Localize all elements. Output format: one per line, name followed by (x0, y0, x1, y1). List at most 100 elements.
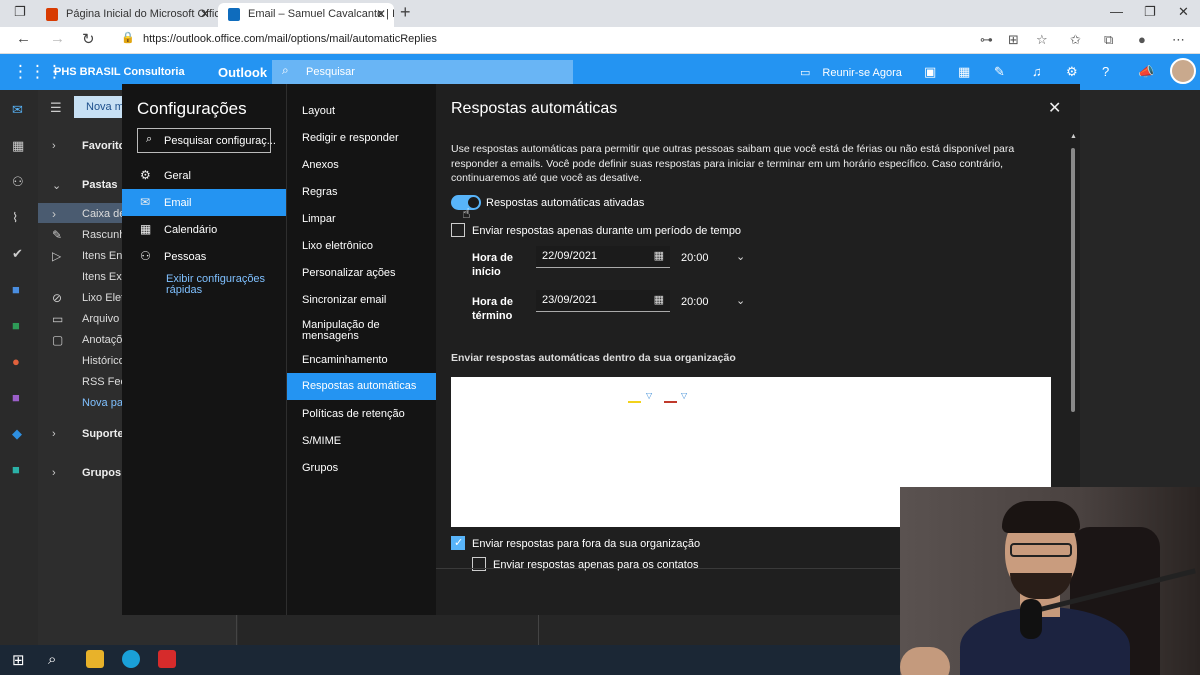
settings-gear-icon[interactable]: ⚙ (1066, 64, 1078, 80)
category-email[interactable]: ✉ Email (122, 189, 286, 216)
refresh-icon[interactable]: ↻ (82, 30, 95, 48)
favorite-icon[interactable]: ☆ (1036, 32, 1048, 48)
subcategory-item[interactable]: Regras (287, 187, 437, 198)
search-input[interactable]: ⌕ Pesquisar (272, 60, 573, 84)
subcategory-item-selected[interactable]: Respostas automáticas (287, 373, 437, 400)
office-apps-icon[interactable]: ▦ (958, 64, 970, 80)
app-name[interactable]: Outlook (218, 65, 267, 80)
folder-item[interactable]: Anotaçõ (82, 334, 122, 346)
restore-icon[interactable]: ❐ (1144, 4, 1156, 20)
feedback-icon[interactable]: 📣 (1138, 64, 1154, 80)
calendar-icon[interactable]: ▦ (12, 138, 24, 154)
end-date-value: 23/09/2021 (542, 294, 598, 306)
windows-start-icon[interactable]: ⊞ (12, 651, 25, 669)
lock-icon[interactable]: 🔒 (121, 31, 135, 44)
close-tab-icon[interactable]: ✕ (200, 3, 210, 25)
chevron-right-icon[interactable]: › (52, 140, 56, 152)
browser-tab-email[interactable]: Email – Samuel Cavalcante | PHS ✕ (218, 3, 394, 27)
scroll-up-icon[interactable]: ▲ (1070, 133, 1077, 140)
my-day-icon[interactable]: ✎ (994, 64, 1005, 80)
subcategory-item[interactable]: Anexos (287, 160, 437, 171)
chevron-down-icon[interactable]: ⌄ (52, 179, 61, 192)
favorites-list-icon[interactable]: ✩ (1070, 32, 1081, 48)
chevron-right-icon[interactable]: › (52, 467, 56, 479)
collections-icon[interactable]: ⧉ (1104, 32, 1113, 48)
url-field[interactable]: https://outlook.office.com/mail/options/… (143, 33, 437, 45)
sway-icon[interactable]: ■ (12, 462, 20, 477)
folders-header[interactable]: Pastas (82, 179, 117, 191)
calendar-icon[interactable]: ▦ (654, 249, 664, 262)
groups-header[interactable]: Grupos (82, 467, 121, 479)
yammer-icon[interactable]: ◆ (12, 426, 22, 442)
minimize-icon[interactable]: — (1110, 4, 1123, 19)
chevron-down-icon[interactable]: ⌄ (736, 250, 745, 263)
screen-recorder-icon[interactable] (158, 650, 176, 668)
start-date-input[interactable]: 22/09/2021 ▦ (536, 246, 670, 268)
edge-browser-icon[interactable] (122, 650, 140, 668)
settings-search-input[interactable]: ⌕ Pesquisar configuraç... (137, 128, 276, 153)
back-icon[interactable]: ← (16, 30, 31, 47)
chevron-down-icon[interactable]: ▽ (646, 391, 652, 400)
teams-chat-icon[interactable]: ▣ (924, 64, 936, 80)
excel-icon[interactable]: ■ (12, 318, 20, 333)
subcategory-item[interactable]: Personalizar ações (287, 268, 437, 279)
folder-item[interactable]: Caixa de (82, 208, 125, 220)
browser-tab-office[interactable]: Página Inicial do Microsoft Office ✕ (36, 3, 218, 27)
category-people[interactable]: ⚇ Pessoas (122, 243, 286, 270)
mail-icon[interactable]: ✉ (12, 102, 23, 118)
category-calendar[interactable]: ▦ Calendário (122, 216, 286, 243)
read-aloud-icon[interactable]: ⊶ (980, 32, 993, 48)
category-general[interactable]: ⚙ Geral (122, 162, 286, 189)
more-icon[interactable]: ⋯ (1172, 32, 1185, 48)
outside-org-checkbox[interactable]: ✓ (451, 536, 465, 550)
attachment-icon[interactable]: ⌇ (12, 210, 18, 226)
meet-now-button[interactable]: ▭ Reunir-se Agora (800, 66, 902, 79)
start-time-value[interactable]: 20:00 (681, 252, 709, 264)
people-icon[interactable]: ⚇ (12, 174, 24, 190)
word-icon[interactable]: ■ (12, 282, 20, 297)
subcategory-item[interactable]: Sincronizar email (287, 295, 437, 306)
folder-item[interactable]: Itens Env (82, 250, 128, 262)
chevron-right-icon[interactable]: › (52, 428, 56, 440)
notifications-icon[interactable]: ♫ (1032, 64, 1042, 79)
taskbar-search-icon[interactable]: ⌕ (48, 651, 56, 668)
folder-item[interactable]: Histórico (82, 355, 125, 367)
end-time-value[interactable]: 20:00 (681, 296, 709, 308)
close-icon[interactable]: ✕ (1048, 98, 1061, 118)
powerpoint-icon[interactable]: ● (12, 354, 20, 369)
file-explorer-icon[interactable] (86, 650, 104, 668)
close-window-icon[interactable]: ✕ (1178, 4, 1189, 20)
forward-icon[interactable]: → (50, 30, 65, 47)
avatar[interactable] (1170, 58, 1196, 84)
subcategory-item[interactable]: Redigir e responder (287, 133, 437, 144)
close-tab-icon[interactable]: ✕ (376, 3, 386, 25)
onenote-icon[interactable]: ■ (12, 390, 20, 405)
subcategory-item[interactable]: Lixo eletrônico (287, 241, 437, 252)
highlight-swatch[interactable] (664, 401, 677, 403)
profile-icon[interactable]: ● (1138, 32, 1146, 47)
chevron-down-icon[interactable]: ⌄ (736, 294, 745, 307)
subcategory-item[interactable]: Políticas de retenção (287, 409, 437, 420)
todo-icon[interactable]: ✔ (12, 246, 23, 262)
hamburger-icon[interactable]: ☰ (50, 100, 62, 116)
subcategory-item[interactable]: Layout (287, 106, 437, 117)
calendar-icon[interactable]: ▦ (654, 293, 664, 306)
scrollbar[interactable] (1071, 148, 1075, 412)
period-checkbox[interactable] (451, 223, 465, 237)
subcategory-item[interactable]: Manipulação de mensagens (287, 320, 407, 342)
quick-settings-link[interactable]: Exibir configurações rápidas (166, 274, 276, 296)
app-available-icon[interactable]: ⊞ (1008, 32, 1019, 48)
end-date-input[interactable]: 23/09/2021 ▦ (536, 290, 670, 312)
new-tab-icon[interactable]: + (400, 2, 411, 23)
folder-item[interactable]: Itens Exc (82, 271, 127, 283)
subcategory-item[interactable]: Limpar (287, 214, 437, 225)
folder-item[interactable]: Lixo Eletr (82, 292, 128, 304)
font-color-swatch[interactable] (628, 401, 641, 403)
subcategory-item[interactable]: Grupos (287, 463, 437, 474)
help-icon[interactable]: ? (1102, 64, 1109, 79)
support-header[interactable]: Suporte (82, 428, 124, 440)
chevron-down-icon[interactable]: ▽ (681, 391, 687, 400)
subcategory-item[interactable]: Encaminhamento (287, 355, 437, 366)
tab-actions-icon[interactable]: ❐ (14, 4, 26, 20)
subcategory-item[interactable]: S/MIME (287, 436, 437, 447)
